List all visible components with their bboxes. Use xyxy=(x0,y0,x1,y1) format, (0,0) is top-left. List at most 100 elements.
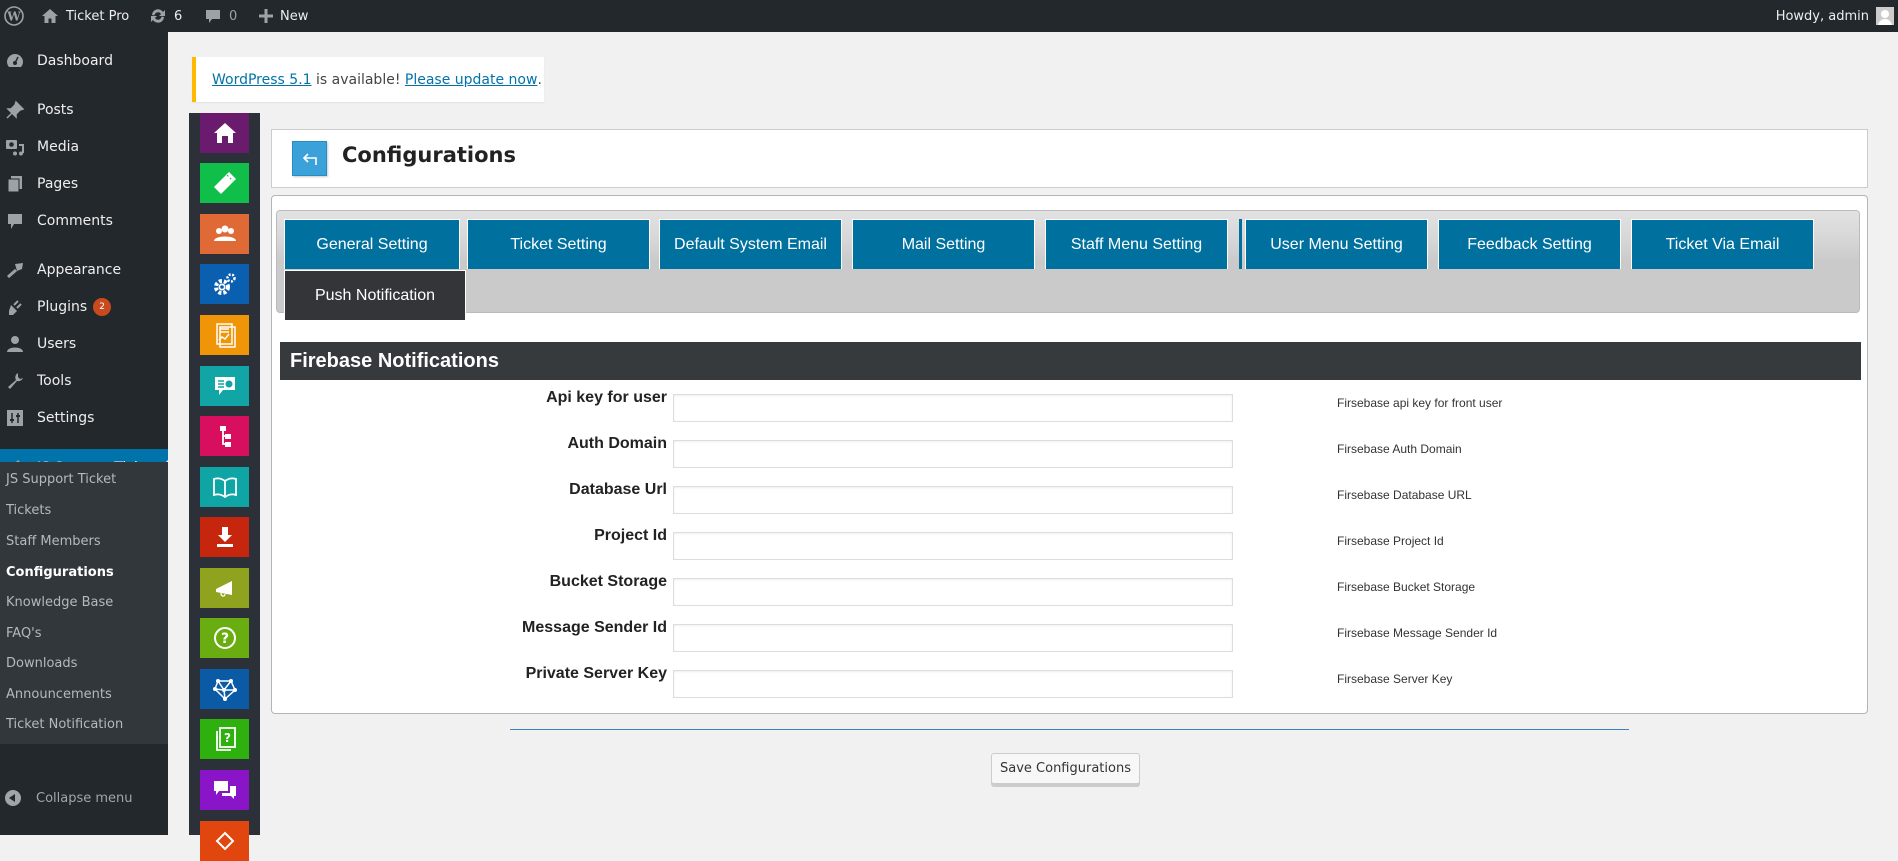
configuration-tile[interactable] xyxy=(200,264,249,304)
configuration-tabs: General Setting Ticket Setting Default S… xyxy=(276,210,1860,321)
wordpress-logo-icon[interactable]: W xyxy=(4,0,24,32)
network-icon xyxy=(212,679,237,701)
sidebar-item-label: Tools xyxy=(37,373,72,389)
new-content-link[interactable]: New xyxy=(259,0,308,32)
sidebar-item-label: Users xyxy=(37,336,77,352)
tab-user-menu-setting[interactable]: User Menu Setting xyxy=(1245,219,1428,269)
tab-general-setting[interactable]: General Setting xyxy=(284,219,460,269)
reports-tile[interactable] xyxy=(200,315,249,355)
announcements-tile[interactable] xyxy=(200,568,249,608)
departments-tile[interactable] xyxy=(200,416,249,456)
collapse-menu-button[interactable]: Collapse menu xyxy=(0,778,168,818)
feedback-tile[interactable] xyxy=(200,366,249,406)
js-support-ticket-submenu: JS Support Ticket Tickets Staff Members … xyxy=(0,462,168,744)
tab-ticket-via-email[interactable]: Ticket Via Email xyxy=(1631,219,1814,269)
knowledge-base-tile[interactable] xyxy=(200,467,249,507)
form-row-database-url: Database Url Firsebase Database URL xyxy=(272,480,1867,520)
faqs-tile[interactable]: ? xyxy=(200,618,249,658)
sidebar-item-label: Pages xyxy=(37,176,79,192)
sidebar-item-plugins[interactable]: Plugins 2 xyxy=(0,290,168,324)
bucket-storage-label: Bucket Storage xyxy=(549,573,667,590)
message-sender-id-input[interactable] xyxy=(673,624,1233,652)
sidebar-item-comments[interactable]: Comments xyxy=(0,204,168,238)
database-url-input[interactable] xyxy=(673,486,1233,514)
chat-tile[interactable] xyxy=(200,770,249,810)
sidebar-item-label: Settings xyxy=(37,410,95,426)
save-configurations-button[interactable]: Save Configurations xyxy=(991,753,1140,784)
staff-tile[interactable] xyxy=(200,214,249,254)
form-row-project-id: Project Id Firsebase Project Id xyxy=(272,526,1867,566)
tab-mail-setting[interactable]: Mail Setting xyxy=(852,219,1035,269)
private-server-key-input[interactable] xyxy=(673,670,1233,698)
submenu-js-support-ticket[interactable]: JS Support Ticket xyxy=(6,472,116,487)
sidebar-item-dashboard[interactable]: Dashboard xyxy=(0,44,168,78)
plugins-update-badge: 2 xyxy=(93,298,112,316)
submenu-downloads[interactable]: Downloads xyxy=(6,656,77,671)
tickets-tile[interactable] xyxy=(200,163,249,203)
back-button[interactable] xyxy=(292,141,327,176)
wordpress-version-link[interactable]: WordPress 5.1 xyxy=(212,72,312,88)
sidebar-item-settings[interactable]: Settings xyxy=(0,401,168,435)
notice-end: . xyxy=(537,71,542,88)
sidebar-item-appearance[interactable]: Appearance xyxy=(0,253,168,287)
api-key-label: Api key for user xyxy=(546,389,667,406)
sidebar-item-users[interactable]: Users xyxy=(0,327,168,361)
configuration-panel: General Setting Ticket Setting Default S… xyxy=(271,195,1868,714)
announcement-megaphone-icon xyxy=(215,581,232,597)
collapse-menu-label: Collapse menu xyxy=(36,790,133,806)
download-icon xyxy=(216,527,233,547)
home-icon xyxy=(42,9,58,23)
form-row-message-sender-id: Message Sender Id Firsebase Message Send… xyxy=(272,618,1867,658)
updates-link[interactable]: 6 xyxy=(149,0,182,32)
submenu-staff-members[interactable]: Staff Members xyxy=(6,534,101,549)
home-tile[interactable] xyxy=(200,113,249,153)
tab-staff-menu-setting[interactable]: Staff Menu Setting xyxy=(1045,219,1228,269)
tab-separator xyxy=(1239,219,1242,269)
help-docs-tile[interactable]: ? xyxy=(200,719,249,759)
project-id-input[interactable] xyxy=(673,532,1233,560)
form-row-api-key: Api key for user Firsebase api key for f… xyxy=(272,388,1867,428)
page-header: Configurations xyxy=(271,129,1868,188)
comments-link[interactable]: 0 xyxy=(204,0,237,32)
site-name-link[interactable]: Ticket Pro xyxy=(41,0,129,32)
page-title: Configurations xyxy=(342,143,516,167)
downloads-tile[interactable] xyxy=(200,517,249,557)
submenu-ticket-notification[interactable]: Ticket Notification xyxy=(6,717,123,732)
sidebar-item-pages[interactable]: Pages xyxy=(0,167,168,201)
auth-domain-input[interactable] xyxy=(673,440,1233,468)
submenu-knowledge-base[interactable]: Knowledge Base xyxy=(6,595,113,610)
submenu-configurations[interactable]: Configurations xyxy=(6,565,114,580)
avatar xyxy=(1876,7,1894,25)
tab-feedback-setting[interactable]: Feedback Setting xyxy=(1438,219,1621,269)
dashboard-icon xyxy=(5,51,25,71)
ticket-icon xyxy=(213,172,236,194)
section-heading: Firebase Notifications xyxy=(280,342,1861,380)
theme-tile[interactable] xyxy=(200,821,249,861)
updates-count: 6 xyxy=(174,8,183,24)
tab-default-system-email[interactable]: Default System Email xyxy=(659,219,842,269)
tab-push-notification[interactable]: Push Notification xyxy=(284,270,466,321)
bucket-storage-input[interactable] xyxy=(673,578,1233,606)
submenu-announcements[interactable]: Announcements xyxy=(6,687,112,702)
submenu-tickets[interactable]: Tickets xyxy=(6,503,51,518)
sidebar-item-media[interactable]: Media xyxy=(0,130,168,164)
sidebar-item-label: Comments xyxy=(37,213,113,229)
tab-ticket-setting[interactable]: Ticket Setting xyxy=(467,219,650,269)
svg-text:?: ? xyxy=(220,631,228,647)
auth-domain-label: Auth Domain xyxy=(567,435,667,452)
submenu-faqs[interactable]: FAQ's xyxy=(6,626,42,641)
back-arrow-icon xyxy=(302,152,317,165)
user-icon xyxy=(5,334,25,354)
settings-icon xyxy=(5,408,25,428)
plus-icon xyxy=(259,9,273,23)
knowledge-base-book-icon xyxy=(212,477,237,499)
sidebar-item-posts[interactable]: Posts xyxy=(0,93,168,127)
my-account-link[interactable]: Howdy, admin xyxy=(1776,0,1894,32)
api-key-input[interactable] xyxy=(673,394,1233,422)
update-now-link[interactable]: Please update now xyxy=(405,72,538,88)
network-tile[interactable] xyxy=(200,669,249,709)
form-row-private-server-key: Private Server Key Firsebase Server Key xyxy=(272,664,1867,704)
report-icon xyxy=(215,323,236,348)
plugin-icon xyxy=(5,297,25,317)
sidebar-item-tools[interactable]: Tools xyxy=(0,364,168,398)
